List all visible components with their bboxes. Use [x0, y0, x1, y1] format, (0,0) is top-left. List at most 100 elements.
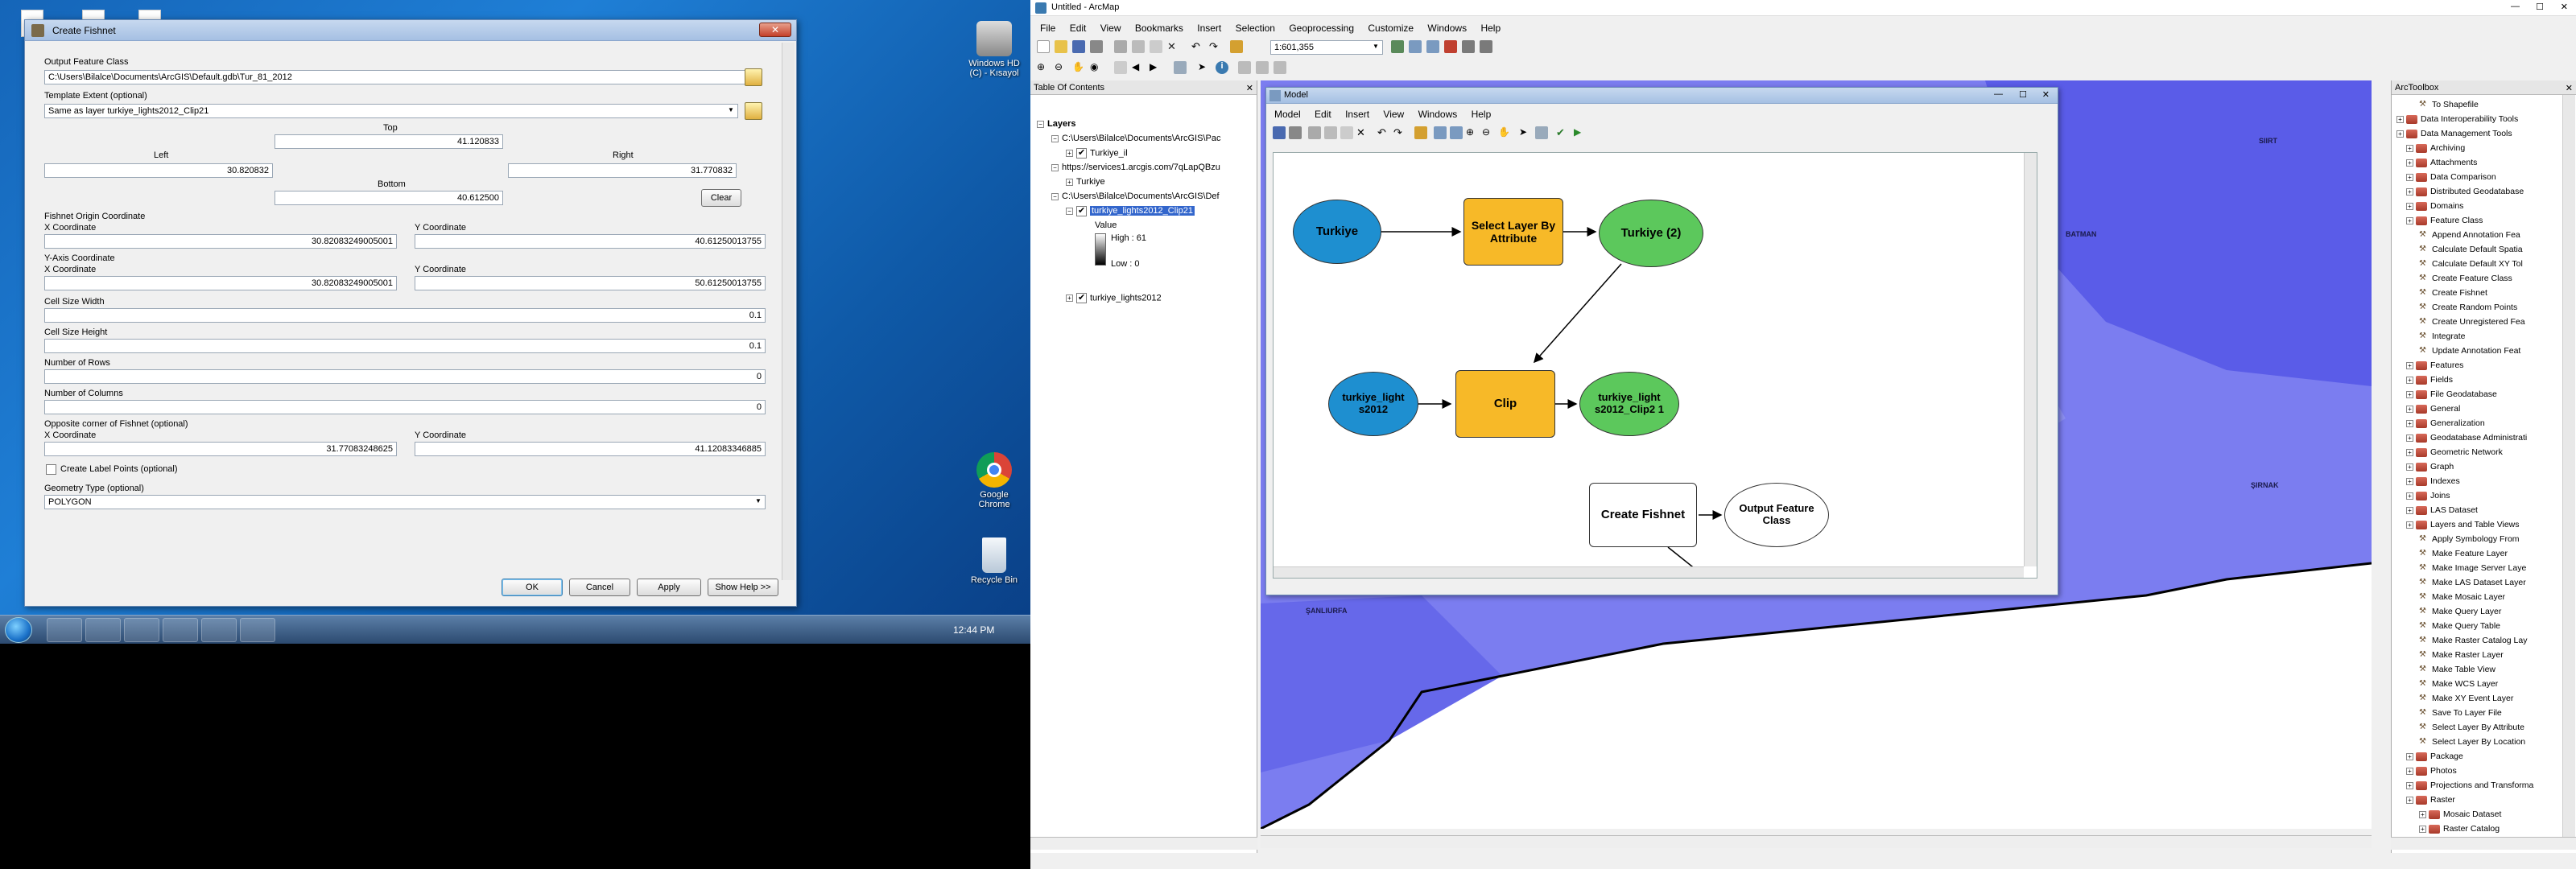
toolbox-toolset[interactable]: + Data Interoperability Tools	[2396, 114, 2518, 124]
expand-icon[interactable]: +	[2406, 376, 2413, 384]
find-icon[interactable]	[1238, 61, 1251, 74]
expand-icon[interactable]: +	[2406, 202, 2413, 210]
auto-layout-icon[interactable]	[1434, 126, 1447, 139]
collapse-icon[interactable]: −	[1066, 208, 1073, 215]
close-button[interactable]: ✕	[759, 23, 791, 37]
toolbox-toolset[interactable]: + Geometric Network	[2406, 447, 2503, 457]
toolbox-scrollbar[interactable]	[2562, 95, 2575, 848]
expand-icon[interactable]: +	[2396, 115, 2404, 123]
dialog-scrollbar[interactable]	[782, 43, 795, 580]
menu-edit[interactable]: Edit	[1070, 23, 1087, 34]
toc-layers-frame[interactable]: − Layers	[1037, 119, 1075, 129]
collapse-icon[interactable]: −	[1037, 120, 1044, 128]
copy-icon[interactable]	[1132, 40, 1145, 53]
expand-icon[interactable]: +	[2406, 361, 2413, 369]
scale-select[interactable]: 1:601,355 ▼	[1270, 40, 1383, 55]
toolbox-toolset[interactable]: + Data Comparison	[2406, 172, 2496, 182]
bottom-input[interactable]: 40.612500	[275, 191, 503, 205]
toolbox-tool[interactable]: ⚒ Create Random Points	[2419, 303, 2517, 312]
arcmap-title-bar[interactable]: Untitled - ArcMap — ☐ ✕	[1030, 0, 2576, 16]
toolbox-toolset[interactable]: + File Geodatabase	[2406, 389, 2497, 399]
save-icon[interactable]	[1072, 40, 1085, 53]
menu-view[interactable]: View	[1100, 23, 1121, 34]
toolbox-tool[interactable]: ⚒ Make XY Event Layer	[2419, 694, 2513, 703]
layer-visibility-checkbox[interactable]	[1076, 292, 1087, 303]
toolbox-tool[interactable]: ⚒ Make WCS Layer	[2419, 679, 2498, 689]
toolbox-toolset[interactable]: + Data Management Tools	[2396, 129, 2512, 138]
menu-selection[interactable]: Selection	[1236, 23, 1275, 34]
toc-toolbar[interactable]	[1034, 98, 1251, 111]
expand-icon[interactable]: +	[2406, 521, 2413, 529]
layer-visibility-checkbox[interactable]	[1076, 205, 1087, 216]
expand-icon[interactable]: +	[2406, 390, 2413, 398]
model-node-turkiye-lights2012[interactable]: turkiye_light s2012	[1328, 372, 1418, 436]
redo-icon[interactable]: ↷	[1393, 126, 1406, 139]
toolbox-tool[interactable]: ⚒ Create Fishnet	[2419, 288, 2487, 298]
zoom-in-icon[interactable]: ⊕	[1037, 61, 1050, 74]
toolbox-toolset[interactable]: + General	[2406, 404, 2460, 414]
pan-icon[interactable]: ✋	[1498, 126, 1511, 139]
menu-insert[interactable]: Insert	[1197, 23, 1221, 34]
apply-button[interactable]: Apply	[637, 579, 701, 596]
expand-icon[interactable]: +	[1066, 150, 1073, 157]
model-canvas[interactable]: Turkiye Select Layer By Attribute Turkiy…	[1273, 152, 2037, 579]
menu-file[interactable]: File	[1040, 23, 1055, 34]
new-icon[interactable]	[1037, 40, 1050, 53]
toolbox-toolset[interactable]: + Raster	[2406, 795, 2455, 805]
back-icon[interactable]: ◀	[1132, 61, 1145, 74]
cell-width-input[interactable]: 0.1	[44, 308, 766, 323]
toolbox-toolset[interactable]: + Attachments	[2406, 158, 2477, 167]
menu-help[interactable]: Help	[1480, 23, 1501, 34]
expand-icon[interactable]: +	[2406, 187, 2413, 196]
right-input[interactable]: 31.770832	[508, 163, 737, 178]
toolbox-toolset[interactable]: + Package	[2406, 752, 2463, 761]
toc-layer-selected[interactable]: − turkiye_lights2012_Clip21	[1066, 205, 1195, 216]
expand-icon[interactable]: +	[2406, 405, 2413, 413]
model-node-output-feature-class[interactable]: Output Feature Class	[1724, 483, 1829, 547]
select-icon[interactable]: ➤	[1519, 126, 1532, 139]
yaxis-y-input[interactable]: 50.61250013755	[415, 276, 766, 290]
explorer-icon[interactable]	[47, 618, 82, 642]
toolbox-toolset[interactable]: + Domains	[2406, 201, 2463, 211]
toolbox-toolset[interactable]: + Feature Class	[2406, 216, 2483, 225]
connect-icon[interactable]	[1535, 126, 1548, 139]
toc-icon[interactable]	[1409, 40, 1422, 53]
toolbox-tool[interactable]: ⚒ Make Raster Layer	[2419, 650, 2504, 660]
clear-button[interactable]: Clear	[701, 189, 741, 207]
expand-icon[interactable]: +	[1066, 178, 1073, 186]
model-node-select-layer-by-attribute[interactable]: Select Layer By Attribute	[1463, 198, 1563, 266]
ok-button[interactable]: OK	[502, 579, 563, 596]
model-node-create-fishnet[interactable]: Create Fishnet	[1589, 483, 1697, 547]
top-input[interactable]: 41.120833	[275, 134, 503, 149]
expand-icon[interactable]: +	[2406, 506, 2413, 514]
browse-folder-icon[interactable]	[745, 68, 762, 86]
toolbox-tool[interactable]: ⚒ Integrate	[2419, 332, 2465, 341]
maximize-icon[interactable]: ☐	[2536, 2, 2544, 12]
toolbox-tool[interactable]: ⚒ Make Query Layer	[2419, 607, 2501, 616]
toc-layer[interactable]: + Turkiye_il	[1066, 147, 1128, 159]
toolbox-toolset[interactable]: + Archiving	[2406, 143, 2465, 153]
print-icon[interactable]	[1090, 40, 1103, 53]
editor-icon[interactable]	[1391, 40, 1404, 53]
toc-group[interactable]: − C:\Users\Bilalce\Documents\ArcGIS\Def	[1051, 192, 1220, 201]
save-icon[interactable]	[1273, 126, 1286, 139]
toolbox-tool[interactable]: ⚒ Select Layer By Location	[2419, 737, 2525, 747]
expand-icon[interactable]: +	[2406, 781, 2413, 789]
zoom-out-icon[interactable]: ⊖	[1482, 126, 1495, 139]
origin-x-input[interactable]: 30.82083249005001	[44, 234, 397, 249]
canvas-hscrollbar[interactable]	[1274, 566, 2024, 578]
toolbox-tool[interactable]: ⚒ Make Table View	[2419, 665, 2496, 674]
toolbox-toolset[interactable]: + Geodatabase Administrati	[2406, 433, 2527, 443]
menu-customize[interactable]: Customize	[1368, 23, 1414, 34]
full-extent-icon[interactable]: ◉	[1090, 61, 1103, 74]
expand-icon[interactable]: +	[2396, 130, 2404, 138]
model-node-turkiye-2[interactable]: Turkiye (2)	[1599, 200, 1703, 267]
menu-geoprocessing[interactable]: Geoprocessing	[1289, 23, 1354, 34]
tray-icons[interactable]	[805, 624, 926, 635]
run-icon[interactable]: ▶	[1574, 126, 1587, 139]
menu-edit[interactable]: Edit	[1315, 109, 1331, 120]
identify-icon[interactable]: i	[1216, 61, 1228, 74]
open-icon[interactable]	[1055, 40, 1067, 53]
map-hscrollbar[interactable]	[1261, 835, 2372, 848]
close-icon[interactable]: ✕	[2561, 2, 2568, 12]
